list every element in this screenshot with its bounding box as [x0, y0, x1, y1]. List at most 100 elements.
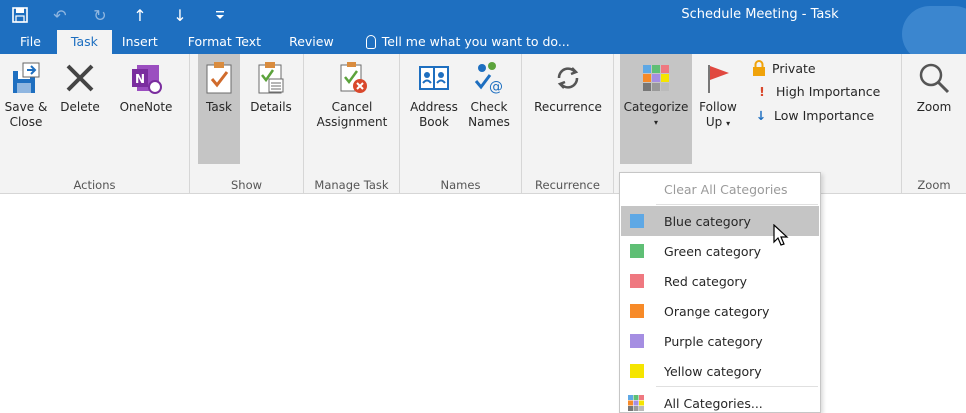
save-close-button[interactable]: Save & Close [4, 60, 48, 130]
check-names-label-2: Names [468, 115, 510, 129]
tab-file[interactable]: File [0, 30, 57, 54]
address-book-label: Address [410, 100, 458, 114]
menu-separator [656, 204, 818, 205]
check-names-button[interactable]: @ Check Names [464, 60, 514, 130]
menu-clear-all-categories[interactable]: Clear All Categories [621, 174, 819, 204]
next-item-button[interactable]: ↓ [160, 0, 200, 30]
check-names-label: Check [470, 100, 508, 114]
categorize-menu: Clear All Categories Blue category Green… [619, 172, 821, 413]
categorize-button[interactable]: Categorize ▾ [620, 54, 692, 164]
zoom-label: Zoom [916, 100, 952, 114]
recurrence-label: Recurrence [534, 100, 602, 114]
menu-item-label: Yellow category [664, 363, 762, 379]
window-title: Schedule Meeting - Task [681, 7, 839, 22]
menu-separator [656, 386, 818, 387]
group-recurrence: Recurrence Recurrence [522, 54, 614, 194]
high-importance-button[interactable]: ! High Importance [756, 84, 880, 99]
menu-item-label: Purple category [664, 333, 763, 349]
check-names-icon: @ [471, 60, 507, 96]
recurrence-icon [550, 60, 586, 96]
red-swatch [630, 274, 644, 288]
private-label: Private [772, 60, 816, 76]
follow-up-button[interactable]: Follow Up ▾ [696, 60, 740, 131]
group-label-actions: Actions [73, 178, 116, 192]
follow-up-label-2: Up ▾ [705, 115, 731, 129]
tab-format-text[interactable]: Format Text [174, 30, 275, 54]
tell-me-text: Tell me what you want to do... [381, 34, 570, 49]
save-close-label-2: Close [9, 115, 43, 129]
private-button[interactable]: Private [752, 60, 816, 76]
low-importance-label: Low Importance [774, 108, 875, 123]
follow-up-label: Follow [699, 100, 737, 114]
menu-all-categories[interactable]: All Categories... [621, 388, 819, 413]
tab-task[interactable]: Task [56, 30, 112, 54]
cancel-assignment-icon [334, 60, 370, 96]
undo-icon: ↶ [53, 5, 67, 25]
zoom-button[interactable]: Zoom [910, 60, 958, 115]
yellow-swatch [630, 364, 644, 378]
recurrence-button[interactable]: Recurrence [528, 60, 608, 115]
menu-item-red-category[interactable]: Red category [621, 266, 819, 296]
group-label-recurrence: Recurrence [535, 178, 600, 192]
group-show: Task Details Show [190, 54, 304, 194]
tell-me-search[interactable]: Tell me what you want to do... [348, 30, 584, 54]
green-swatch [630, 244, 644, 258]
all-categories-label: All Categories... [664, 395, 763, 411]
low-importance-button[interactable]: ↓ Low Importance [754, 108, 874, 123]
group-zoom: Zoom Zoom [902, 54, 966, 194]
redo-icon: ↻ [93, 5, 107, 25]
onenote-label: OneNote [119, 100, 173, 114]
details-button[interactable]: Details [248, 60, 294, 115]
previous-item-button[interactable]: ↑ [120, 0, 160, 30]
svg-text:N: N [135, 72, 145, 86]
menu-item-label: Orange category [664, 303, 770, 319]
onenote-icon: N [128, 60, 164, 96]
menu-item-orange-category[interactable]: Orange category [621, 296, 819, 326]
group-label-zoom: Zoom [917, 178, 951, 192]
undo-qat-button[interactable]: ↶ [40, 0, 80, 30]
lightbulb-icon [365, 35, 376, 49]
all-categories-grid-icon [628, 395, 644, 411]
mouse-cursor-icon [773, 224, 789, 246]
cancel-label: Cancel [331, 100, 373, 114]
menu-item-yellow-category[interactable]: Yellow category [621, 356, 819, 386]
group-names: Address Book @ Check Names Names [400, 54, 522, 194]
menu-item-purple-category[interactable]: Purple category [621, 326, 819, 356]
tab-review[interactable]: Review [275, 30, 348, 54]
task-clipboard-icon [201, 60, 237, 96]
address-book-button[interactable]: Address Book [408, 60, 460, 130]
delete-label: Delete [60, 100, 100, 114]
delete-button[interactable]: Delete [56, 60, 104, 115]
ribbon-tabs: File Task Insert Format Text Review Tell… [0, 30, 584, 54]
lock-icon [753, 60, 765, 76]
group-label-show: Show [230, 178, 263, 192]
group-label-names: Names [440, 178, 481, 192]
address-book-label-2: Book [419, 115, 449, 129]
high-importance-label: High Importance [776, 84, 881, 99]
task-view-button[interactable]: Task [198, 54, 240, 164]
ribbon: Save & Close Delete N OneNote Actions Ta… [0, 54, 966, 194]
details-clipboard-icon [253, 60, 289, 96]
arrow-down-icon: ↓ [173, 5, 187, 25]
blue-swatch [630, 214, 644, 228]
cancel-label-2: Assignment [316, 115, 388, 129]
redo-qat-button[interactable]: ↻ [80, 0, 120, 30]
cancel-assignment-button[interactable]: Cancel Assignment [312, 60, 392, 130]
purple-swatch [630, 334, 644, 348]
group-manage-task: Cancel Assignment Manage Task [304, 54, 400, 194]
flag-icon [700, 60, 736, 96]
categorize-dropdown-arrow: ▾ [653, 118, 658, 127]
menu-item-label: Red category [664, 273, 747, 289]
magnifier-icon [916, 60, 952, 96]
tab-insert[interactable]: Insert [112, 30, 174, 54]
customize-qat-button[interactable] [200, 0, 240, 30]
arrow-down-blue-icon: ↓ [755, 108, 767, 123]
svg-text:@: @ [489, 79, 503, 95]
orange-swatch [630, 304, 644, 318]
save-close-icon [8, 60, 44, 96]
categorize-grid-icon [638, 60, 674, 96]
arrow-up-icon: ↑ [133, 5, 147, 25]
save-icon [12, 7, 28, 23]
onenote-button[interactable]: N OneNote [118, 60, 174, 115]
save-qat-button[interactable] [0, 0, 40, 30]
